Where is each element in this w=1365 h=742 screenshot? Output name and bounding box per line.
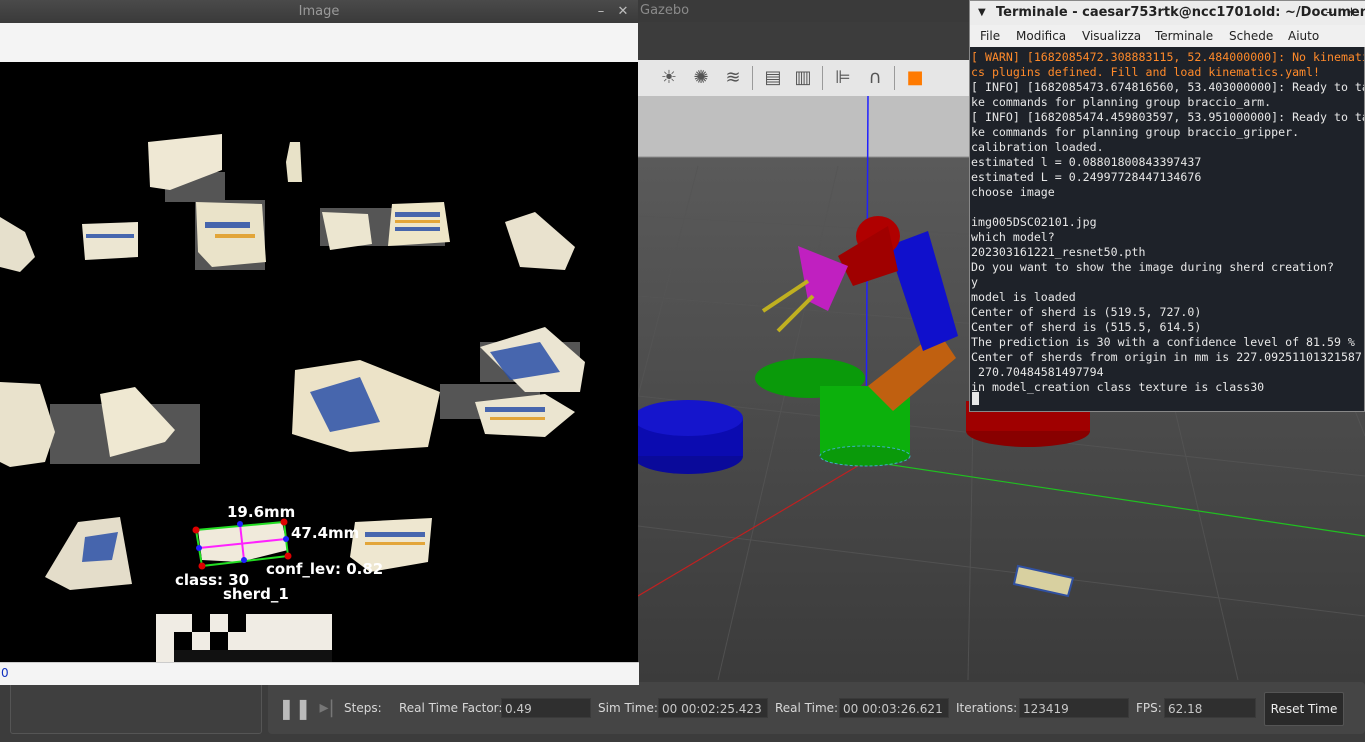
terminal-line: The prediction is 30 with a confidence l… (971, 335, 1355, 349)
window-menu-icon[interactable]: ▼ (978, 1, 986, 25)
terminal-line: 270.70484581497794 (971, 365, 1104, 379)
copy-icon[interactable]: ▤ (762, 67, 784, 89)
terminal-line: Do you want to show the image during she… (971, 260, 1334, 274)
box-color-icon[interactable]: ■ (904, 67, 926, 89)
pause-button[interactable]: ❚❚ (278, 696, 312, 720)
terminal-line: img005DSC02101.jpg (971, 215, 1097, 229)
terminal-line: Center of sherd is (515.5, 614.5) (971, 320, 1202, 334)
point-light-icon[interactable]: ✺ (690, 67, 712, 89)
image-toolbar (0, 23, 638, 63)
sim-time-label: Sim Time: (598, 701, 658, 715)
terminal-title: Terminale - caesar753rtk@ncc1701old: ~/D… (996, 5, 1365, 20)
maximize-icon[interactable]: + (1346, 1, 1357, 25)
terminal-line: ke commands for planning group braccio_a… (971, 95, 1272, 109)
robot-gripper-fingers (761, 279, 815, 333)
robot-upper-arm (888, 231, 958, 351)
menu-visualizza[interactable]: Visualizza (1082, 29, 1141, 43)
fps-label: FPS: (1136, 701, 1162, 715)
menu-schede[interactable]: Schede (1229, 29, 1273, 43)
blue-cylinder-top (638, 400, 743, 436)
image-window-title: Image (298, 4, 340, 19)
gazebo-left-panel (10, 682, 262, 734)
iterations-field: 123419 (1019, 698, 1129, 718)
y-axis (865, 460, 1365, 537)
terminal-line: y (971, 275, 978, 289)
length-label: 47.4mm (291, 524, 359, 542)
gazebo-time-panel: ❚❚ ▸| Steps: Real Time Factor: 0.49 Sim … (268, 682, 1365, 734)
sherd-model (1012, 564, 1075, 598)
real-time-label: Real Time: (775, 701, 839, 715)
reset-time-button[interactable]: Reset Time (1264, 692, 1344, 726)
toolbar-separator (822, 66, 823, 90)
status-text: 0 (1, 666, 9, 680)
spot-light-icon[interactable]: ≋ (722, 67, 744, 89)
terminal-line: Center of sherds from origin in mm is 22… (971, 350, 1362, 364)
rtf-field: 0.49 (501, 698, 591, 718)
terminal-title-bar[interactable]: ▼ Terminale - caesar753rtk@ncc1701old: ~… (970, 1, 1365, 25)
sun-icon[interactable]: ☀ (658, 67, 680, 89)
image-title-bar[interactable]: Image – ✕ (0, 0, 638, 23)
toolbar-separator (894, 66, 895, 90)
terminal-line: [ WARN] [1682085472.308883115, 52.484000… (971, 50, 1364, 64)
gazebo-title: Gazebo (640, 3, 690, 18)
robot-lower-arm (868, 331, 956, 411)
scale-bar (156, 614, 332, 662)
step-button[interactable]: ▸| (316, 696, 338, 720)
fps-field: 62.18 (1164, 698, 1256, 718)
iterations-label: Iterations: (956, 701, 1018, 715)
toolbar-separator (752, 66, 753, 90)
terminal-line: [ INFO] [1682085474.459803597, 53.951000… (971, 110, 1364, 124)
menu-aiuto[interactable]: Aiuto (1288, 29, 1319, 43)
terminal-line: in model_creation class texture is class… (971, 380, 1265, 394)
terminal-line: model is loaded (971, 290, 1076, 304)
terminal-window: ▼ Terminale - caesar753rtk@ncc1701old: ~… (969, 0, 1365, 412)
minimize-icon[interactable]: – (1326, 1, 1333, 25)
terminal-line: [ INFO] [1682085473.674816560, 53.403000… (971, 80, 1364, 94)
sherd-image: 19.6mm 47.4mm class: 30 conf_lev: 0.82 s… (0, 134, 585, 662)
steps-label: Steps: (344, 701, 382, 715)
sherd-name-label: sherd_1 (223, 585, 289, 603)
width-label: 19.6mm (227, 503, 295, 521)
terminal-line: 202303161221_resnet50.pth (971, 245, 1146, 259)
sim-time-field: 00 00:02:25.423 (658, 698, 768, 718)
menu-terminale[interactable]: Terminale (1155, 29, 1213, 43)
robot-base-bottom (819, 445, 911, 467)
rtf-label: Real Time Factor: (399, 701, 503, 715)
paste-icon[interactable]: ▥ (792, 67, 814, 89)
menu-file[interactable]: File (980, 29, 1000, 43)
terminal-cursor (972, 392, 979, 405)
terminal-line: calibration loaded. (971, 140, 1104, 154)
terminal-line: Center of sherd is (519.5, 727.0) (971, 305, 1202, 319)
sherd-image-canvas[interactable]: 19.6mm 47.4mm class: 30 conf_lev: 0.82 s… (0, 62, 638, 662)
terminal-line: estimated l = 0.08801800843397437 (971, 155, 1202, 169)
terminal-line: choose image (971, 185, 1055, 199)
terminal-line: which model? (971, 230, 1055, 244)
x-axis (638, 460, 867, 597)
confidence-label: conf_lev: 0.82 (266, 560, 383, 578)
minimize-icon[interactable]: – (592, 0, 610, 23)
align-icon[interactable]: ⊫ (832, 67, 854, 89)
real-time-field: 00 00:03:26.621 (839, 698, 949, 718)
image-status-bar: 0 (0, 662, 639, 685)
terminal-output[interactable]: [ WARN] [1682085472.308883115, 52.484000… (970, 47, 1364, 411)
menu-modifica[interactable]: Modifica (1016, 29, 1066, 43)
terminal-menu-bar: File Modifica Visualizza Terminale Sched… (970, 25, 1365, 47)
terminal-line: ke commands for planning group braccio_g… (971, 125, 1300, 139)
magnet-icon[interactable]: ∩ (864, 67, 886, 89)
terminal-line: cs plugins defined. Fill and load kinema… (971, 65, 1321, 79)
terminal-line: estimated L = 0.24997728447134676 (971, 170, 1202, 184)
image-window: Image – ✕ 19.6mm 47.4mm class: 30 conf_l… (0, 0, 639, 685)
close-icon[interactable]: ✕ (614, 0, 632, 23)
